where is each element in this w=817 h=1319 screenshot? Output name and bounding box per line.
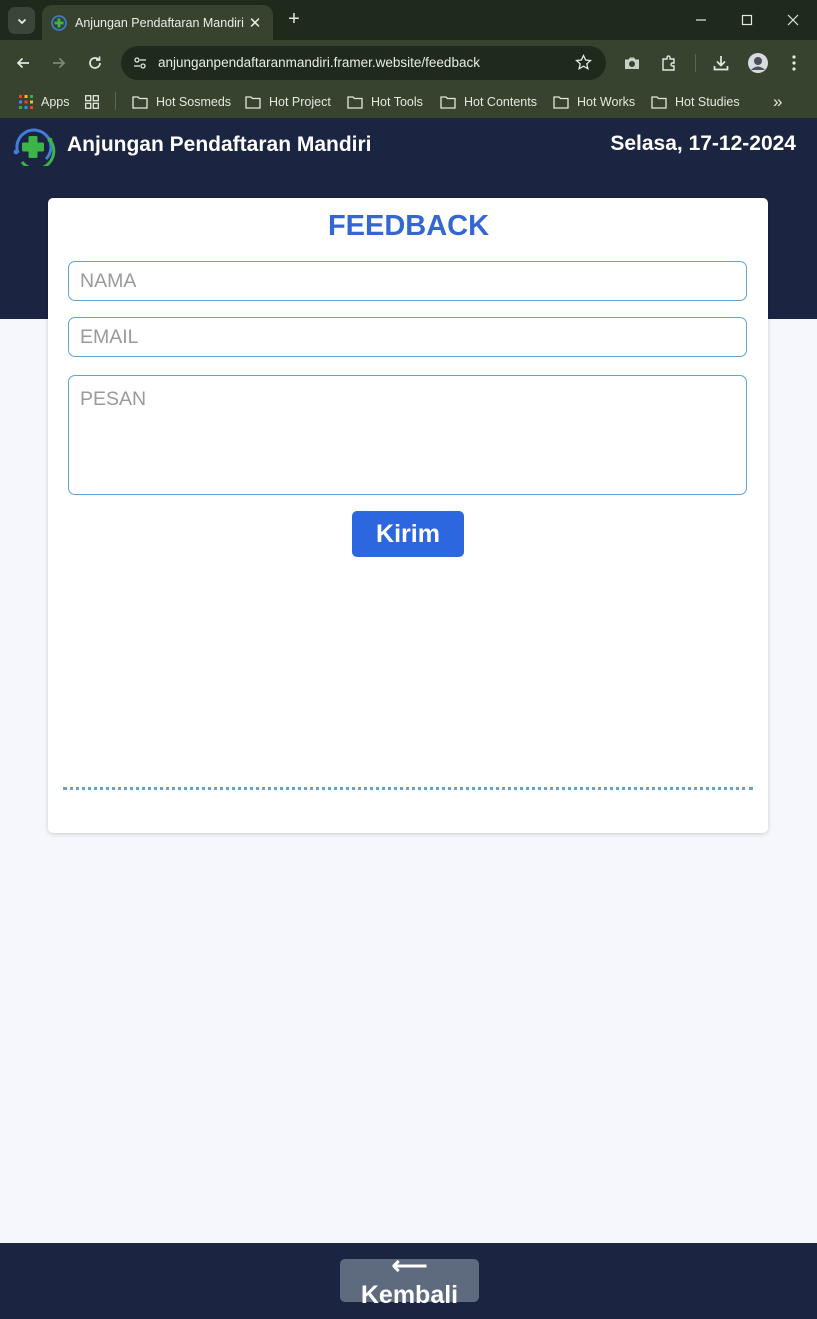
bookmark-label: Hot Sosmeds — [156, 95, 232, 109]
bookmarks-divider — [115, 92, 116, 110]
new-tab-button[interactable]: + — [283, 8, 305, 31]
bookmark-label: Hot Project — [269, 95, 331, 109]
medical-cross-logo-icon — [13, 128, 56, 166]
address-bar[interactable]: anjunganpendaftaranmandiri.framer.websit… — [121, 46, 606, 80]
screenshot-button[interactable] — [621, 52, 643, 74]
tab-groups-button[interactable] — [85, 93, 107, 111]
bookmark-label: Hot Tools — [371, 95, 423, 109]
bookmark-label: Hot Contents — [464, 95, 537, 109]
reload-icon — [89, 56, 101, 69]
app-title: Anjungan Pendaftaran Mandiri — [67, 133, 372, 156]
toolbar-divider — [695, 54, 696, 72]
message-field[interactable] — [68, 375, 747, 495]
bookmark-label: Hot Studies — [675, 95, 740, 109]
page-title: FEEDBACK — [327, 210, 490, 242]
bookmark-hot-tools[interactable]: Hot Tools — [347, 93, 423, 111]
back-nav-button[interactable] — [11, 51, 35, 75]
browser-tab-strip: Anjungan Pendaftaran Mandiri ✕ + — [0, 0, 817, 40]
current-date: Selasa, 17-12-2024 — [610, 132, 796, 155]
folder-icon — [245, 95, 261, 109]
download-icon — [713, 56, 729, 71]
submit-button[interactable]: Kirim — [352, 511, 464, 557]
email-field[interactable] — [68, 317, 747, 357]
forward-nav-button[interactable] — [47, 51, 71, 75]
tab-close-icon[interactable]: ✕ — [247, 14, 263, 32]
camera-icon — [625, 57, 639, 69]
more-vert-icon — [792, 55, 796, 71]
bookmarks-overflow-button[interactable]: » — [773, 92, 782, 111]
downloads-button[interactable] — [710, 52, 732, 74]
bookmark-label: Apps — [41, 95, 70, 109]
minimize-icon — [696, 19, 706, 21]
tab-search-button[interactable] — [8, 7, 35, 34]
maximize-button[interactable] — [733, 7, 761, 33]
bookmark-hot-sosmeds[interactable]: Hot Sosmeds — [132, 93, 231, 111]
folder-icon — [132, 95, 148, 109]
bookmark-label: Hot Works — [577, 95, 636, 109]
name-field[interactable] — [68, 261, 747, 301]
chevron-down-icon — [17, 18, 26, 24]
puzzle-icon — [662, 55, 675, 71]
arrow-left-icon — [16, 57, 29, 69]
bookmark-apps[interactable]: Apps — [19, 93, 70, 111]
browser-tab[interactable]: Anjungan Pendaftaran Mandiri ✕ — [42, 5, 273, 40]
avatar — [748, 53, 768, 73]
tune-icon — [134, 57, 146, 69]
folder-icon — [440, 95, 456, 109]
bookmarks-bar: Apps Hot Sosmeds Hot Project Hot Tools H… — [0, 86, 817, 118]
minimize-button[interactable] — [687, 7, 715, 33]
bookmark-hot-studies[interactable]: Hot Studies — [651, 93, 740, 111]
maximize-icon — [741, 14, 753, 26]
grid-icon — [85, 95, 99, 109]
extensions-button[interactable] — [658, 52, 680, 74]
arrow-right-icon — [53, 57, 66, 69]
folder-icon — [347, 95, 363, 109]
bookmark-star-icon[interactable] — [575, 54, 592, 71]
tab-title: Anjungan Pendaftaran Mandiri — [75, 15, 244, 30]
back-button[interactable]: ⟵ Kembali — [340, 1252, 479, 1309]
bookmark-hot-contents[interactable]: Hot Contents — [440, 93, 537, 111]
close-icon — [787, 14, 799, 26]
reload-button[interactable] — [83, 51, 107, 75]
dotted-divider — [63, 787, 753, 790]
bookmark-hot-project[interactable]: Hot Project — [245, 93, 331, 111]
browser-menu-button[interactable] — [783, 52, 805, 74]
site-info-button[interactable] — [129, 52, 151, 74]
apps-grid-icon — [19, 95, 33, 109]
folder-icon — [553, 95, 569, 109]
close-window-button[interactable] — [779, 7, 807, 33]
bookmark-hot-works[interactable]: Hot Works — [553, 93, 635, 111]
url-text[interactable]: anjunganpendaftaranmandiri.framer.websit… — [158, 55, 480, 70]
site-favicon-icon — [51, 14, 67, 31]
folder-icon — [651, 95, 667, 109]
profile-button[interactable] — [747, 52, 769, 74]
